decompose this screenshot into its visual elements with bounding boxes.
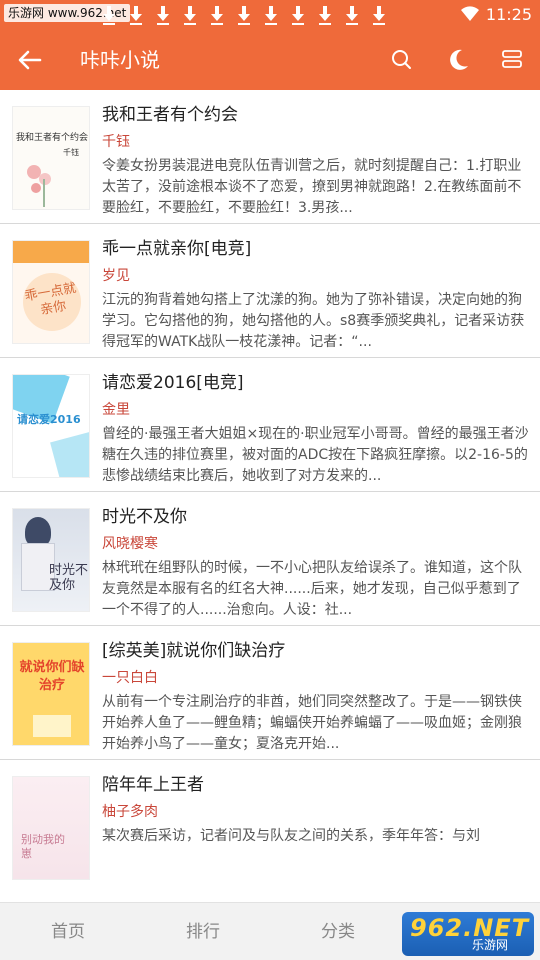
cover-text: 时光不及你 xyxy=(49,563,89,593)
book-title: 乖一点就亲你[电竞] xyxy=(102,239,252,259)
book-author: 一只白白 xyxy=(102,670,158,686)
watermark-logo: 962.NET 乐游网 xyxy=(402,912,534,956)
page-title: 咔咔小说 xyxy=(80,48,160,72)
status-bar: 乐游网 www.962.net 11:25 xyxy=(0,0,540,30)
book-item[interactable]: 我和王者有个约会 千钰 我和王者有个约会 千钰 令姜女扮男装混进电竞队伍青训营之… xyxy=(0,90,540,224)
book-description: 江沅的狗背着她勾搭上了沈漾的狗。她为了弥补错误，决定向她的狗学习。它勾搭他的狗，… xyxy=(102,292,525,350)
book-title: 陪年年上王者 xyxy=(102,775,204,795)
download-icon xyxy=(339,4,366,26)
cover-text: 别动我的崽 xyxy=(21,833,65,860)
book-description: 林玳玳在组野队的时候，一不小心把队友给误杀了。谁知道，这个队友竟然是本服有名的红… xyxy=(102,560,522,618)
book-item[interactable]: 乖一点就亲你 乖一点就亲你[电竞] 岁见 江沅的狗背着她勾搭上了沈漾的狗。她为了… xyxy=(0,224,540,358)
download-icon xyxy=(366,4,393,26)
nav-ranking[interactable]: 排行 xyxy=(163,903,243,960)
download-icon xyxy=(312,4,339,26)
book-item[interactable]: 时光不及你 时光不及你 风晓樱寒 林玳玳在组野队的时候，一不小心把队友给误杀了。… xyxy=(0,492,540,626)
book-cover: 别动我的崽 xyxy=(12,776,90,880)
book-description: 某次赛后采访，记者问及与队友之间的关系，季年年答：与刘 xyxy=(102,828,480,844)
download-icon xyxy=(150,4,177,26)
book-item[interactable]: 就说你们缺治疗 [综英美]就说你们缺治疗 一只白白 从前有一个专注刷治疗的非酋，… xyxy=(0,626,540,760)
notification-icons xyxy=(96,4,393,26)
book-author: 风晓樱寒 xyxy=(102,536,158,552)
watermark-brand: 962.NET xyxy=(410,914,530,942)
back-arrow-icon[interactable] xyxy=(14,44,46,76)
download-icon xyxy=(204,4,231,26)
download-icon xyxy=(231,4,258,26)
nav-home[interactable]: 首页 xyxy=(28,903,108,960)
book-cover: 时光不及你 xyxy=(12,508,90,612)
book-cover: 请恋爱2016 xyxy=(12,374,90,478)
book-title: 请恋爱2016[电竞] xyxy=(102,373,244,393)
download-icon xyxy=(258,4,285,26)
wifi-icon xyxy=(461,6,479,22)
layers-icon[interactable] xyxy=(498,46,526,74)
download-icon xyxy=(285,4,312,26)
book-description: 令姜女扮男装混进电竞队伍青训营之后，就时刻提醒自己：1.打职业太苦了，没前途根本… xyxy=(102,158,522,216)
search-icon[interactable] xyxy=(388,46,416,74)
book-description: 曾经的·最强王者大姐姐×现在的·职业冠军小哥哥。曾经的最强王者沙糖在久违的排位赛… xyxy=(102,426,529,484)
book-item[interactable]: 别动我的崽 陪年年上王者 柚子多肉 某次赛后采访，记者问及与队友之间的关系，季年… xyxy=(0,760,540,894)
book-list: 我和王者有个约会 千钰 我和王者有个约会 千钰 令姜女扮男装混进电竞队伍青训营之… xyxy=(0,90,540,902)
cover-text: 请恋爱2016 xyxy=(17,413,81,426)
book-cover: 我和王者有个约会 千钰 xyxy=(12,106,90,210)
download-icon xyxy=(177,4,204,26)
nav-category[interactable]: 分类 xyxy=(298,903,378,960)
cover-text: 我和王者有个约会 xyxy=(16,133,89,143)
book-author: 千钰 xyxy=(102,134,130,150)
book-description: 从前有一个专注刷治疗的非酋，她们同突然整改了。于是——钢铁侠开始养人鱼了——鲤鱼… xyxy=(102,694,522,752)
book-cover: 乖一点就亲你 xyxy=(12,240,90,344)
watermark-name: 乐游网 xyxy=(472,938,509,952)
cover-text: 就说你们缺治疗 xyxy=(19,660,85,693)
clock: 11:25 xyxy=(485,5,532,24)
book-author: 岁见 xyxy=(102,268,130,284)
book-title: 我和王者有个约会 xyxy=(102,105,238,125)
book-cover: 就说你们缺治疗 xyxy=(12,642,90,746)
cover-author: 千钰 xyxy=(63,148,79,157)
book-author: 柚子多肉 xyxy=(102,804,158,820)
download-icon xyxy=(96,4,123,26)
book-author: 金里 xyxy=(102,402,130,418)
app-bar: 咔咔小说 xyxy=(0,30,540,90)
book-item[interactable]: 请恋爱2016 请恋爱2016[电竞] 金里 曾经的·最强王者大姐姐×现在的·职… xyxy=(0,358,540,492)
download-icon xyxy=(123,4,150,26)
book-title: 时光不及你 xyxy=(102,507,187,527)
book-title: [综英美]就说你们缺治疗 xyxy=(102,641,286,661)
moon-icon[interactable] xyxy=(444,46,472,74)
